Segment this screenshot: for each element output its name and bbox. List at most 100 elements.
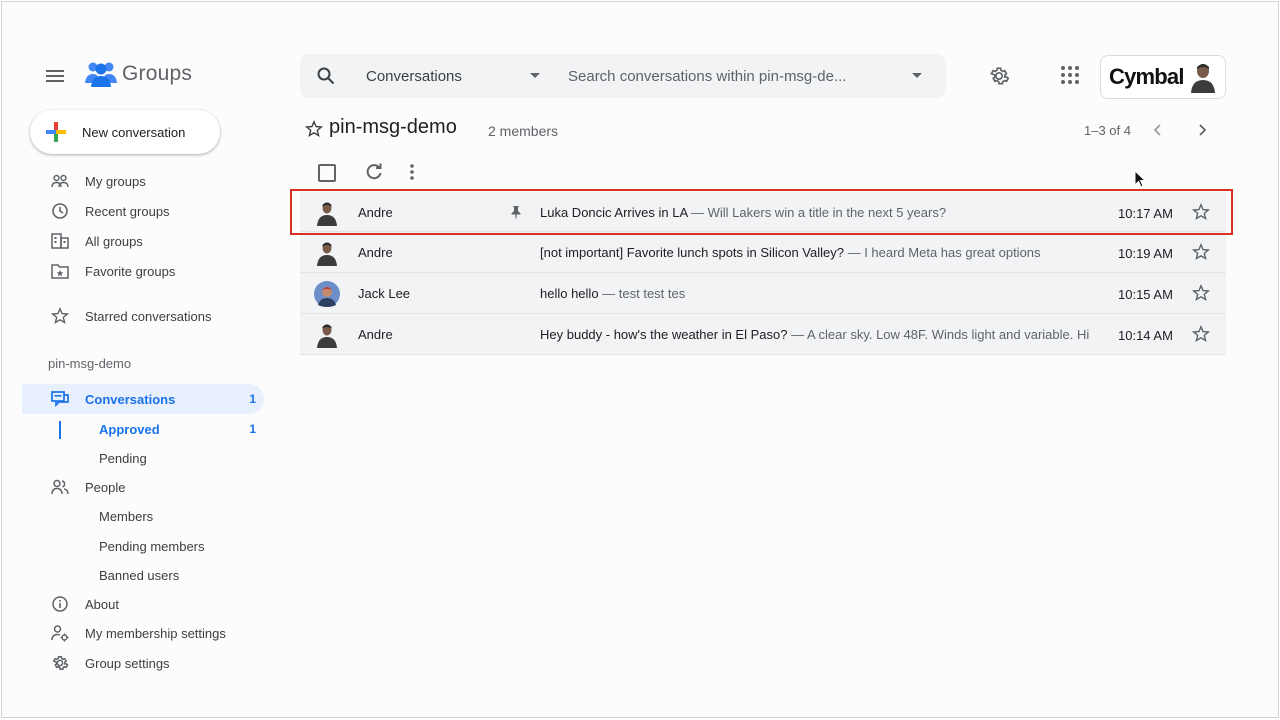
sidebar-item-label: Members [99,508,154,524]
hamburger-icon [46,70,64,82]
caret-down-icon [530,73,540,78]
sidebar-item-conversations[interactable]: Conversations 1 [22,384,264,414]
sidebar-item-label: All groups [85,233,143,249]
conversation-list: Andre Luka Doncic Arrives in LA — Will L… [300,192,1226,355]
plus-icon [46,122,66,142]
row-sender: Andre [358,205,393,220]
app-name: Groups [122,62,193,85]
approved-count: 1 [249,422,256,436]
active-indicator [59,421,61,439]
select-all-checkbox[interactable] [318,164,336,182]
row-subject-line: Hey buddy - how's the weather in El Paso… [540,327,1100,342]
row-subject-line: hello hello — test test tes [540,286,1100,301]
search-scope-select[interactable]: Conversations [366,54,546,98]
sidebar-item-label: Starred conversations [85,308,212,324]
avatar-jack-lee [314,281,340,307]
sidebar-item-label: People [85,479,126,495]
row-subject-line: [not important] Favorite lunch spots in … [540,245,1100,260]
page-title: pin-msg-demo [329,116,457,138]
member-count[interactable]: 2 members [488,123,558,139]
sidebar-item-group-settings[interactable]: Group settings [22,648,264,678]
app-window: Groups Conversations Cymbal [1,1,1279,718]
row-snippet: — test test tes [598,286,686,301]
star-icon[interactable] [1192,325,1210,343]
group-section-label: pin-msg-demo [48,356,132,371]
sidebar-item-all-groups[interactable]: All groups [22,226,264,256]
sidebar-item-about[interactable]: About [22,589,264,619]
row-sender: Andre [358,245,393,260]
conversations-count: 1 [249,392,256,406]
search-options-caret-icon[interactable] [912,73,922,79]
gear-icon [50,653,70,673]
search-input[interactable] [568,60,898,92]
account-switcher[interactable]: Cymbal [1100,55,1226,99]
more-vert-icon[interactable] [402,162,422,182]
main-menu-button[interactable] [42,64,68,88]
search-scope-value: Conversations [366,67,462,85]
conversation-row[interactable]: Andre Luka Doncic Arrives in LA — Will L… [300,192,1226,232]
person-settings-icon [50,623,70,643]
conversation-row[interactable]: Andre [not important] Favorite lunch spo… [300,232,1226,273]
clock-icon [50,201,70,221]
sidebar-item-label: About [85,596,119,612]
settings-gear-icon[interactable] [988,65,1010,87]
sidebar-item-banned-users[interactable]: Banned users [22,560,264,590]
new-conversation-button[interactable]: New conversation [30,110,220,154]
info-icon [50,594,70,614]
sidebar-item-pending[interactable]: Pending [22,443,264,473]
star-icon[interactable] [1192,284,1210,302]
row-subject: Hey buddy - how's the weather in El Paso… [540,327,788,342]
row-subject-line: Luka Doncic Arrives in LA — Will Lakers … [540,205,1100,220]
conversation-row[interactable]: Jack Lee hello hello — test test tes 10:… [300,273,1226,314]
search-icon[interactable] [316,66,336,86]
chevron-right-icon[interactable] [1194,122,1210,138]
conversations-icon [50,389,70,409]
sidebar-item-members[interactable]: Members [22,501,264,531]
favorite-folder-icon [50,261,70,281]
account-brand: Cymbal [1109,64,1184,89]
sidebar-item-favorite-groups[interactable]: Favorite groups [22,256,264,286]
row-snippet: — Will Lakers win a title in the next 5 … [687,205,947,220]
row-subject: hello hello [540,286,599,301]
groups-logo[interactable]: Groups [84,59,192,89]
row-sender: Andre [358,327,393,342]
sidebar-item-membership-settings[interactable]: My membership settings [22,618,264,648]
row-sender: Jack Lee [358,286,411,301]
sidebar-item-my-groups[interactable]: My groups [22,166,264,196]
sidebar-item-label: My groups [85,173,146,189]
groups-logo-icon [85,62,117,87]
sidebar-item-label: Group settings [85,655,170,671]
row-snippet: — A clear sky. Low 48F. Winds light and … [787,327,1090,342]
star-icon[interactable] [1192,243,1210,261]
sidebar-item-label: My membership settings [85,625,226,641]
pagination-text: 1–3 of 4 [1084,123,1131,138]
sidebar-item-label: Recent groups [85,203,170,219]
star-icon[interactable] [1192,203,1210,221]
sidebar-item-label: Approved [99,421,160,437]
sidebar-item-label: Banned users [99,567,180,583]
star-outline-icon [50,306,70,326]
sidebar-item-label: Pending [99,450,147,466]
building-icon [50,231,70,251]
people-icon [50,477,70,497]
conversation-row[interactable]: Andre Hey buddy - how's the weather in E… [300,314,1226,355]
avatar-andre [317,324,337,348]
row-subject: [not important] Favorite lunch spots in … [540,245,844,260]
search-bar: Conversations [300,54,946,98]
row-time: 10:15 AM [1118,287,1173,302]
row-time: 10:17 AM [1118,206,1173,221]
avatar-andre [317,202,337,226]
apps-grid-icon[interactable] [1060,65,1080,85]
sidebar-item-starred-conversations[interactable]: Starred conversations [22,301,264,331]
my-groups-icon [50,171,70,191]
sidebar-item-pending-members[interactable]: Pending members [22,531,264,561]
account-avatar-icon [1190,64,1215,93]
row-time: 10:14 AM [1118,328,1173,343]
refresh-icon[interactable] [364,162,384,182]
sidebar-item-label: Favorite groups [85,263,176,279]
chevron-left-icon[interactable] [1150,122,1166,138]
favorite-group-star-icon[interactable] [305,120,323,138]
sidebar-item-people[interactable]: People [22,472,264,502]
sidebar-item-recent-groups[interactable]: Recent groups [22,196,264,226]
sidebar-item-approved[interactable]: Approved 1 [22,414,264,444]
